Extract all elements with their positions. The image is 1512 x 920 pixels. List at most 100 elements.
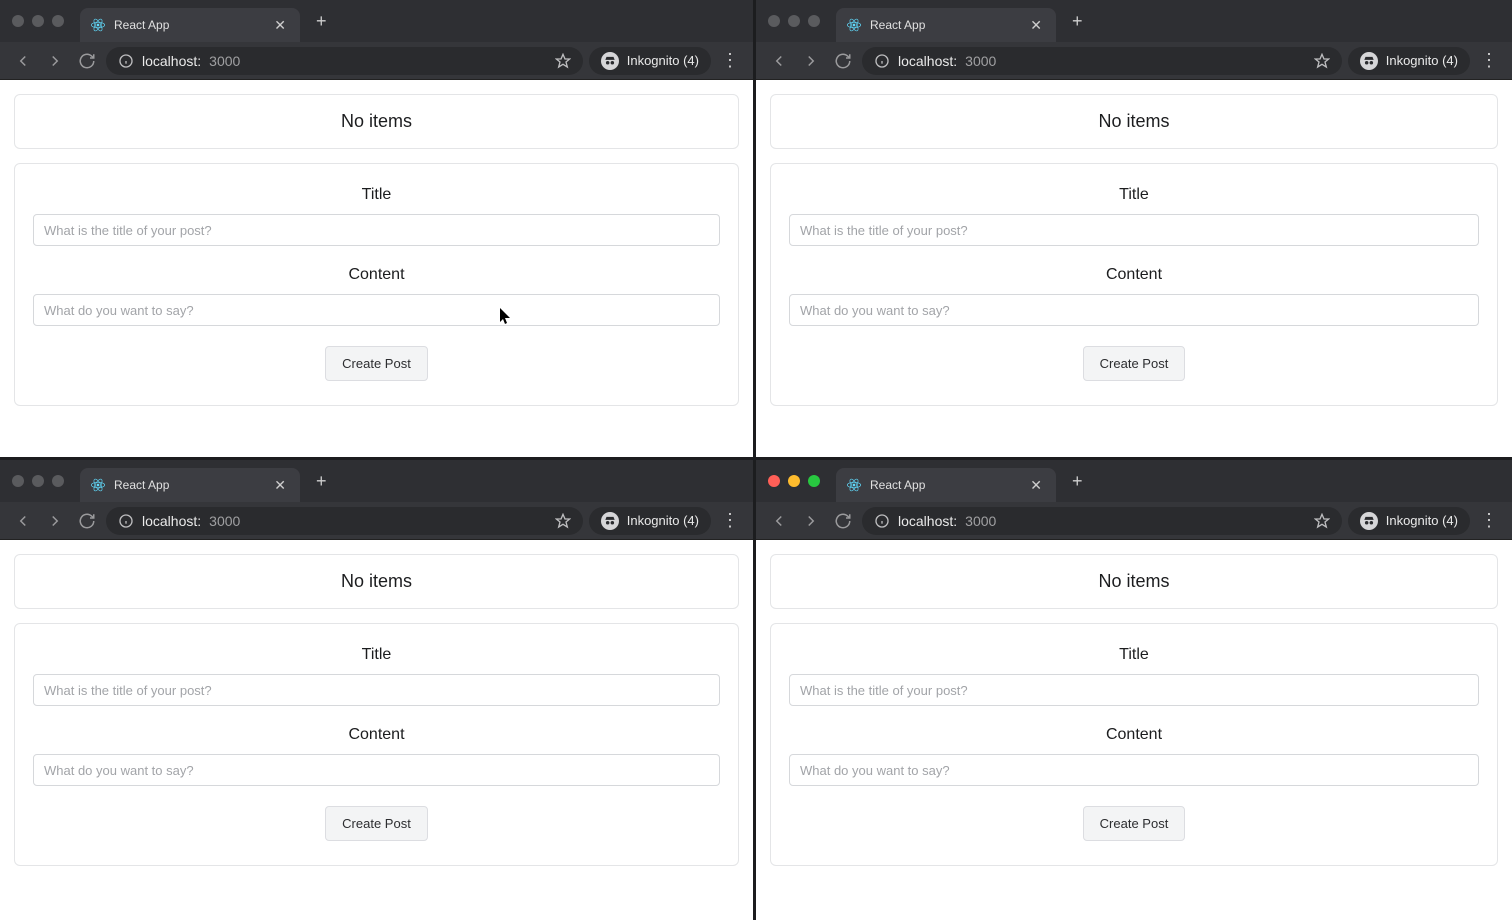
minimize-window-icon[interactable] (788, 15, 800, 27)
back-button[interactable] (10, 508, 36, 534)
maximize-window-icon[interactable] (808, 15, 820, 27)
tab-bar: React App ✕ + (756, 0, 1512, 42)
browser-window-4: React App ✕ + localhost:3000 Inkognito (… (756, 460, 1512, 920)
maximize-window-icon[interactable] (52, 15, 64, 27)
close-window-icon[interactable] (768, 15, 780, 27)
url-port: 3000 (965, 513, 996, 529)
title-input[interactable] (33, 674, 720, 706)
incognito-icon (601, 512, 619, 530)
close-tab-icon[interactable]: ✕ (270, 477, 290, 494)
create-post-form: Title Content Create Post (14, 163, 739, 406)
omnibox[interactable]: localhost:3000 (862, 47, 1342, 75)
create-post-button[interactable]: Create Post (325, 346, 428, 381)
omnibox[interactable]: localhost:3000 (106, 47, 583, 75)
create-post-button[interactable]: Create Post (1083, 346, 1186, 381)
close-window-icon[interactable] (12, 15, 24, 27)
tab-title: React App (870, 478, 1026, 492)
address-bar: localhost:3000 Inkognito (4) ⋮ (756, 42, 1512, 80)
maximize-window-icon[interactable] (52, 475, 64, 487)
react-favicon-icon (846, 17, 862, 33)
menu-button[interactable]: ⋮ (1476, 510, 1502, 531)
forward-button[interactable] (42, 48, 68, 74)
incognito-label: Inkognito (4) (627, 53, 699, 68)
omnibox[interactable]: localhost:3000 (106, 507, 583, 535)
menu-button[interactable]: ⋮ (717, 510, 743, 531)
incognito-label: Inkognito (4) (627, 513, 699, 528)
new-tab-button[interactable]: + (316, 471, 327, 492)
menu-button[interactable]: ⋮ (1476, 50, 1502, 71)
traffic-lights (768, 15, 820, 27)
new-tab-button[interactable]: + (1072, 11, 1083, 32)
title-label: Title (33, 186, 720, 204)
minimize-window-icon[interactable] (788, 475, 800, 487)
incognito-badge[interactable]: Inkognito (4) (1348, 47, 1470, 75)
forward-button[interactable] (798, 48, 824, 74)
back-button[interactable] (10, 48, 36, 74)
traffic-lights (12, 475, 64, 487)
content-input[interactable] (789, 294, 1479, 326)
close-tab-icon[interactable]: ✕ (1026, 17, 1046, 34)
maximize-window-icon[interactable] (808, 475, 820, 487)
close-window-icon[interactable] (12, 475, 24, 487)
content-label: Content (33, 726, 720, 744)
incognito-badge[interactable]: Inkognito (4) (589, 47, 711, 75)
traffic-lights (768, 475, 820, 487)
bookmark-star-icon[interactable] (1314, 53, 1330, 69)
browser-tab[interactable]: React App ✕ (836, 8, 1056, 42)
incognito-icon (1360, 52, 1378, 70)
address-bar: localhost:3000 Inkognito (4) ⋮ (0, 42, 753, 80)
bookmark-star-icon[interactable] (555, 513, 571, 529)
title-input[interactable] (789, 214, 1479, 246)
close-tab-icon[interactable]: ✕ (1026, 477, 1046, 494)
create-post-button[interactable]: Create Post (325, 806, 428, 841)
browser-tab[interactable]: React App ✕ (836, 468, 1056, 502)
create-post-button[interactable]: Create Post (1083, 806, 1186, 841)
traffic-lights (12, 15, 64, 27)
reload-button[interactable] (830, 48, 856, 74)
create-post-form: Title Content Create Post (770, 163, 1498, 406)
title-input[interactable] (789, 674, 1479, 706)
forward-button[interactable] (42, 508, 68, 534)
minimize-window-icon[interactable] (32, 15, 44, 27)
browser-tab[interactable]: React App ✕ (80, 8, 300, 42)
url-host: localhost: (142, 53, 201, 69)
close-tab-icon[interactable]: ✕ (270, 17, 290, 34)
minimize-window-icon[interactable] (32, 475, 44, 487)
tab-bar: React App ✕ + (0, 0, 753, 42)
content-input[interactable] (789, 754, 1479, 786)
site-info-icon[interactable] (118, 513, 134, 529)
empty-state-card: No items (14, 94, 739, 149)
bookmark-star-icon[interactable] (555, 53, 571, 69)
title-input[interactable] (33, 214, 720, 246)
incognito-badge[interactable]: Inkognito (4) (589, 507, 711, 535)
url-host: localhost: (898, 53, 957, 69)
empty-state-card: No items (14, 554, 739, 609)
tab-bar: React App ✕ + (756, 460, 1512, 502)
menu-button[interactable]: ⋮ (717, 50, 743, 71)
reload-button[interactable] (74, 508, 100, 534)
page-content: No items Title Content Create Post (0, 80, 753, 457)
empty-state-card: No items (770, 94, 1498, 149)
incognito-icon (1360, 512, 1378, 530)
incognito-badge[interactable]: Inkognito (4) (1348, 507, 1470, 535)
tab-title: React App (870, 18, 1026, 32)
content-label: Content (33, 266, 720, 284)
new-tab-button[interactable]: + (1072, 471, 1083, 492)
site-info-icon[interactable] (118, 53, 134, 69)
reload-button[interactable] (830, 508, 856, 534)
close-window-icon[interactable] (768, 475, 780, 487)
bookmark-star-icon[interactable] (1314, 513, 1330, 529)
site-info-icon[interactable] (874, 53, 890, 69)
site-info-icon[interactable] (874, 513, 890, 529)
browser-tab[interactable]: React App ✕ (80, 468, 300, 502)
back-button[interactable] (766, 508, 792, 534)
forward-button[interactable] (798, 508, 824, 534)
reload-button[interactable] (74, 48, 100, 74)
omnibox[interactable]: localhost:3000 (862, 507, 1342, 535)
react-favicon-icon (846, 477, 862, 493)
content-input[interactable] (33, 754, 720, 786)
back-button[interactable] (766, 48, 792, 74)
new-tab-button[interactable]: + (316, 11, 327, 32)
content-input[interactable] (33, 294, 720, 326)
browser-window-2: React App ✕ + localhost:3000 Inkognito (… (756, 0, 1512, 460)
